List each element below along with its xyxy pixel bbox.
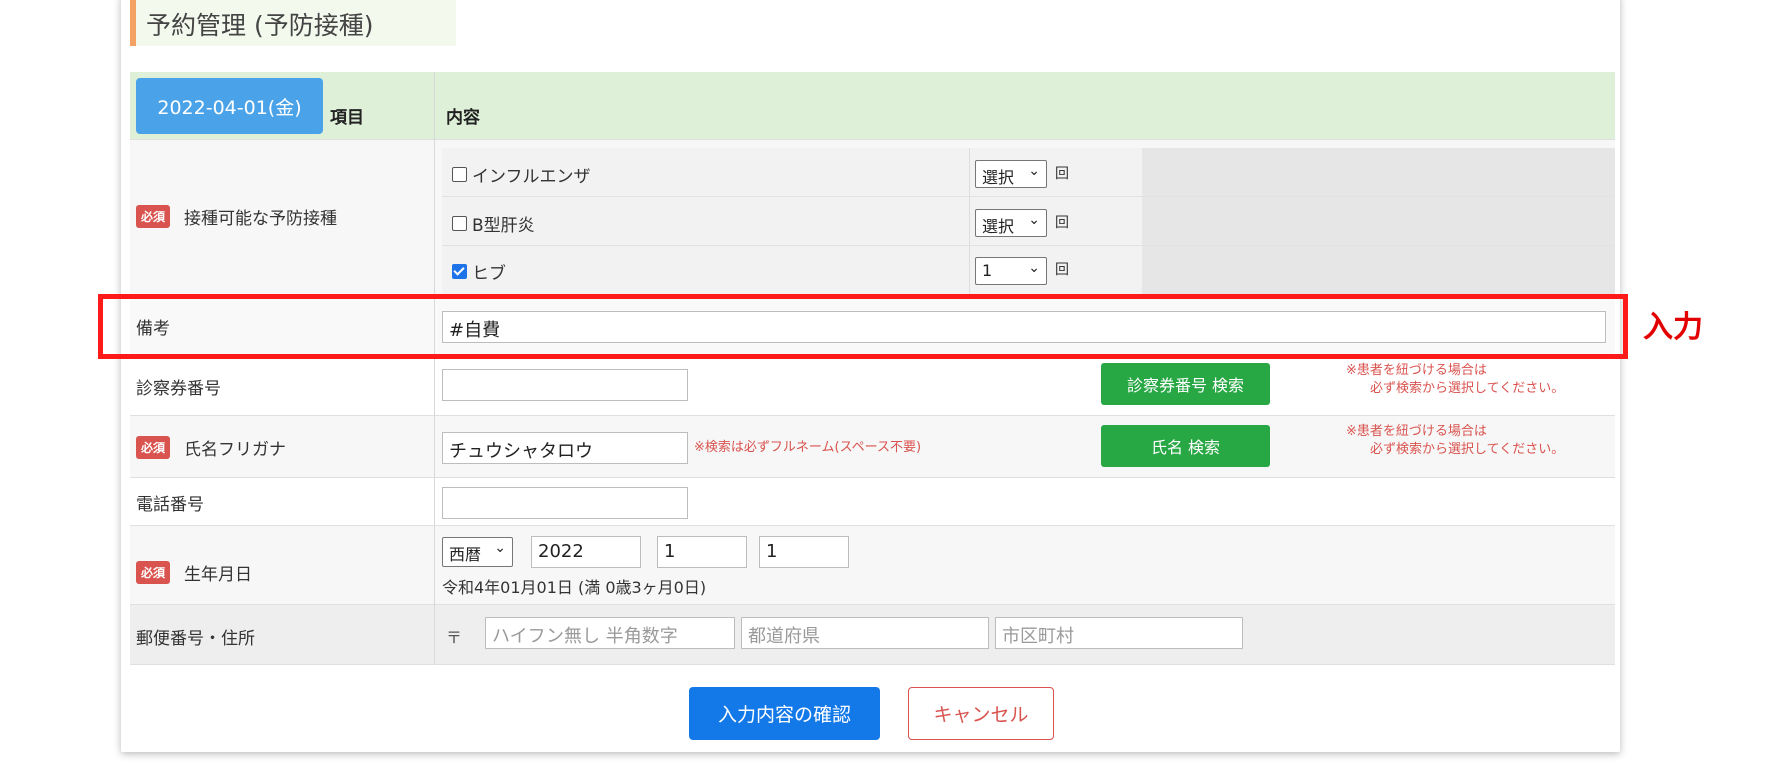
birthdate-row <box>130 526 1615 605</box>
name-kana-note-2: 必ず検索から選択してください。 <box>1370 442 1565 457</box>
birthdate-summary: 令和4年01月01日 (満 0歳3ヶ月0日) <box>442 578 707 597</box>
name-kana-note-1: ※患者を紐づける場合は <box>1346 424 1487 439</box>
remarks-highlight-frame <box>98 294 1628 359</box>
cancel-button[interactable]: キャンセル <box>908 687 1054 740</box>
phone-label: 電話番号 <box>136 494 204 515</box>
birthdate-label-cell: 必須 生年月日 <box>130 556 252 588</box>
influenza-count-value: 選択 <box>982 168 1015 187</box>
column-divider <box>434 72 435 665</box>
exam-number-note-2: 必ず検索から選択してください。 <box>1370 381 1565 396</box>
influenza-unit: 回 <box>1055 166 1069 182</box>
vaccine-label: 接種可能な予防接種 <box>184 208 338 229</box>
hib-label: ヒブ <box>472 264 506 284</box>
annotation-label: 入力 <box>1643 310 1703 345</box>
era-value: 西暦 <box>449 545 482 564</box>
postal-mark: 〒 <box>446 628 463 647</box>
hepb-unit: 回 <box>1055 215 1069 231</box>
address-label: 郵便番号・住所 <box>136 628 255 649</box>
birth-year-input[interactable]: 2022 <box>531 536 641 568</box>
exam-number-label: 診察券番号 <box>136 378 221 399</box>
hepb-label: B型肝炎 <box>472 216 535 236</box>
page-title: 予約管理 (予防接種) <box>146 11 374 40</box>
postal-code-input[interactable]: ハイフン無し 半角数字 <box>485 617 735 649</box>
influenza-count-select[interactable]: 選択 ⌄ <box>975 160 1047 188</box>
hib-count-value: 1 <box>982 261 993 280</box>
birthdate-label: 生年月日 <box>184 564 253 585</box>
vaccine-label-cell: 必須 接種可能な予防接種 <box>130 196 337 236</box>
hepb-count-select[interactable]: 選択 ⌄ <box>975 209 1047 237</box>
prefecture-input[interactable]: 都道府県 <box>741 617 989 649</box>
column-header-content: 内容 <box>446 108 480 128</box>
exam-number-search-button[interactable]: 診察券番号 検索 <box>1101 363 1270 405</box>
hepb-checkbox[interactable] <box>452 216 467 231</box>
hib-checkbox[interactable] <box>452 264 467 279</box>
date-button[interactable]: 2022-04-01(金) <box>136 78 323 134</box>
exam-number-input[interactable] <box>442 369 688 401</box>
chevron-down-icon: ⌄ <box>1028 260 1040 276</box>
name-kana-input[interactable]: チュウシャタロウ <box>442 432 688 464</box>
page-title-box: 予約管理 (予防接種) <box>130 0 456 46</box>
influenza-checkbox[interactable] <box>452 167 467 182</box>
required-badge: 必須 <box>136 435 171 459</box>
required-badge: 必須 <box>136 560 171 584</box>
name-search-button[interactable]: 氏名 検索 <box>1101 425 1270 467</box>
phone-input[interactable] <box>442 487 688 519</box>
chevron-down-icon: ⌄ <box>1028 163 1040 179</box>
chevron-down-icon: ⌄ <box>1028 212 1040 228</box>
era-select[interactable]: 西暦 ⌄ <box>442 537 513 567</box>
chevron-down-icon: ⌄ <box>494 540 506 556</box>
birth-month-input[interactable]: 1 <box>657 536 747 568</box>
column-header-item: 項目 <box>330 108 364 128</box>
hib-count-select[interactable]: 1 ⌄ <box>975 257 1047 285</box>
name-kana-hint: ※検索は必ずフルネーム(スペース不要) <box>694 440 922 455</box>
name-kana-label: 氏名フリガナ <box>184 439 287 460</box>
phone-row <box>130 478 1615 526</box>
exam-number-note-1: ※患者を紐づける場合は <box>1346 363 1487 378</box>
influenza-label: インフルエンザ <box>472 167 591 187</box>
confirm-button[interactable]: 入力内容の確認 <box>689 687 880 740</box>
name-kana-label-cell: 必須 氏名フリガナ <box>130 431 286 463</box>
hepb-count-value: 選択 <box>982 217 1015 236</box>
hib-unit: 回 <box>1055 262 1069 278</box>
birth-day-input[interactable]: 1 <box>759 536 849 568</box>
required-badge: 必須 <box>136 204 171 228</box>
city-input[interactable]: 市区町村 <box>995 617 1243 649</box>
